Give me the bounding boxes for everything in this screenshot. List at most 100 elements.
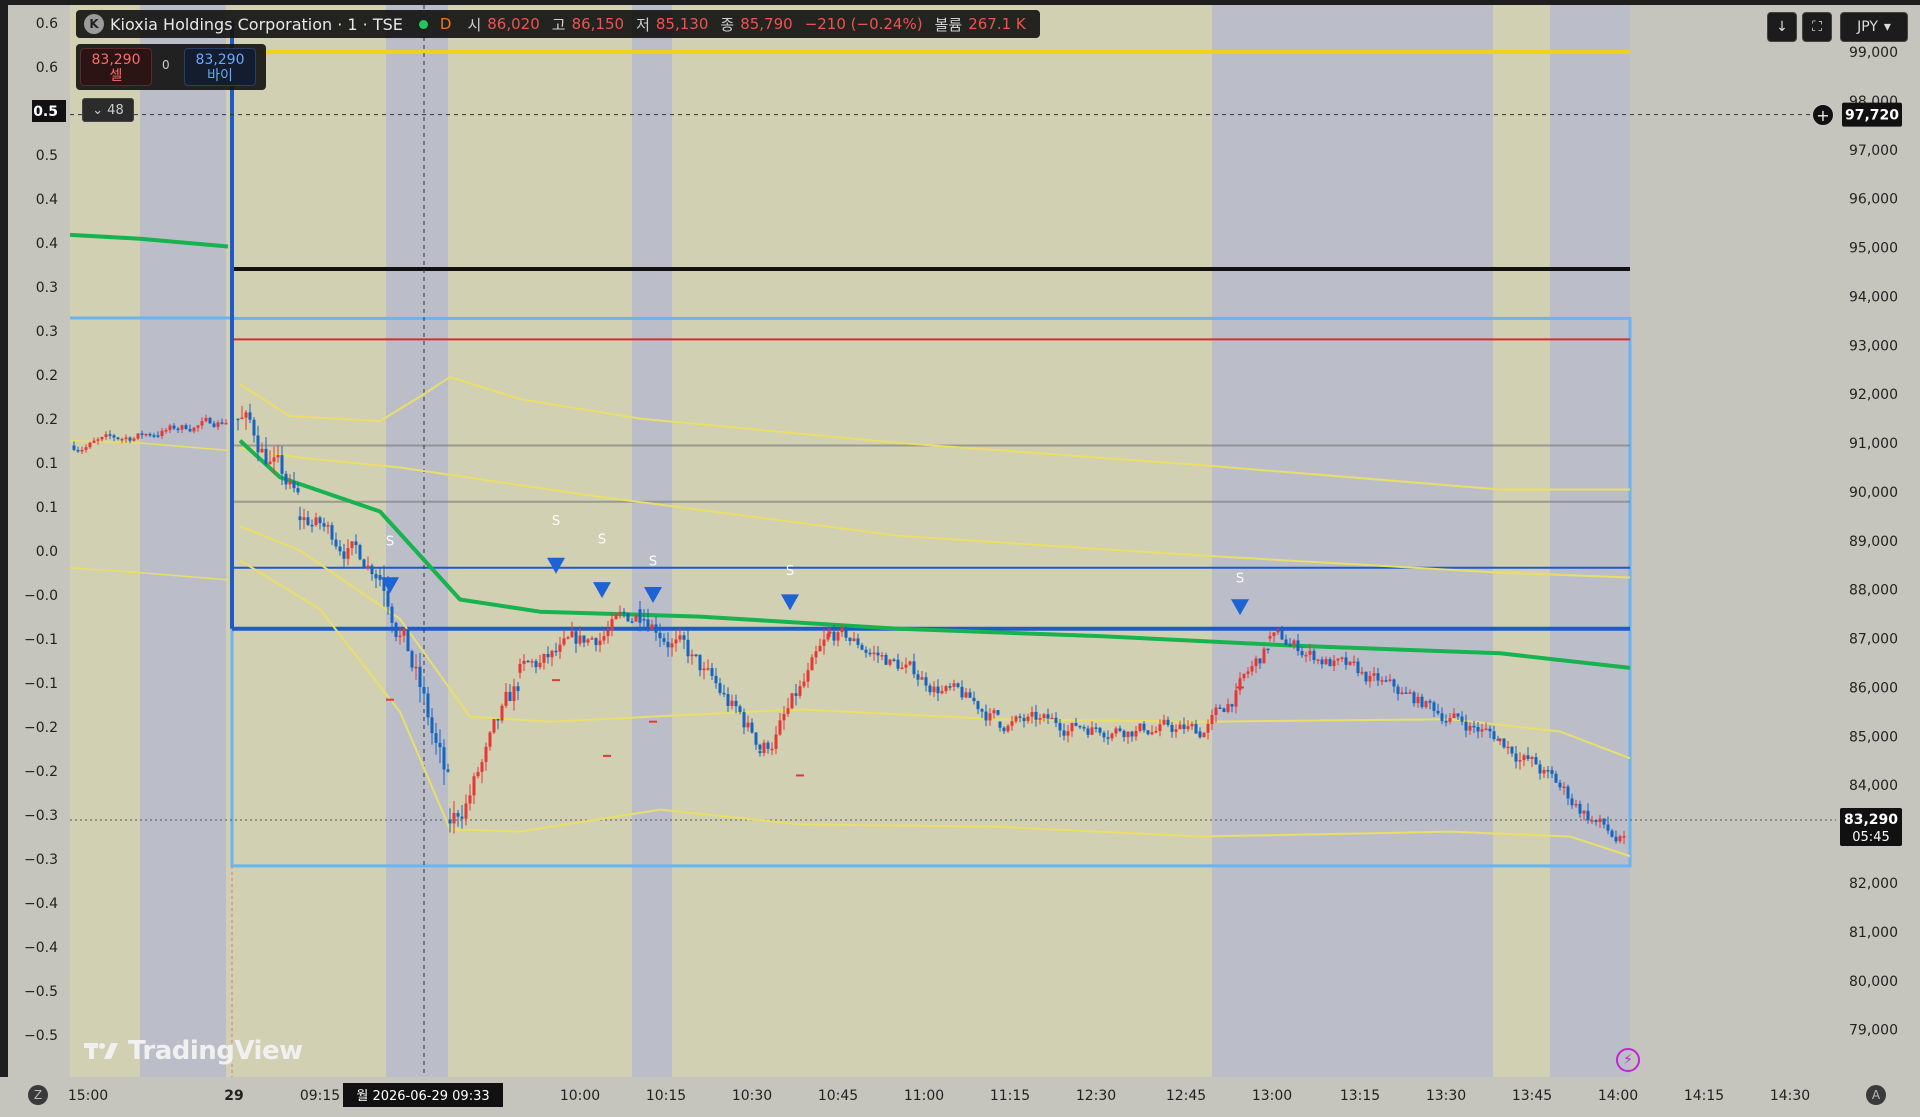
left-axis-label: 0.4 [36, 192, 58, 208]
candle-body [1280, 630, 1284, 640]
candle-body [406, 628, 410, 652]
left-axis-label: −0.3 [24, 808, 58, 824]
candle-body [924, 677, 928, 686]
currency-selector[interactable]: JPY ▾ [1840, 12, 1908, 42]
candle-body [252, 419, 256, 436]
volume-value: 267.1 K [968, 15, 1026, 33]
arrow-down-icon: ↓ [1776, 19, 1788, 35]
lightning-icon[interactable]: ⚡ [1616, 1048, 1640, 1072]
candle-body [156, 435, 160, 437]
candle-body [678, 635, 682, 640]
left-axis-label: −0.3 [24, 852, 58, 868]
candle-body [582, 635, 586, 643]
candle-body [1416, 696, 1420, 704]
candle-body [402, 628, 406, 636]
auto-scale-button[interactable]: A [1866, 1085, 1886, 1105]
indicators-toggle-button[interactable]: ⌄ 48 [82, 98, 134, 122]
candle-body [518, 663, 522, 673]
add-alert-button[interactable]: + [1812, 104, 1834, 126]
candle-body [594, 638, 598, 646]
signal-label: S [598, 532, 606, 547]
candle-body [1134, 730, 1138, 737]
candle-body [1074, 722, 1078, 726]
signal-label: S [552, 514, 560, 529]
candle-body [1010, 721, 1014, 726]
sell-label: 셀 [109, 68, 123, 84]
candle-body [1332, 660, 1336, 667]
tradingview-logo[interactable]: TradingView [84, 1036, 303, 1066]
price-chart[interactable]: 0.6 0.6 0.5 0.5 0.4 0.4 0.3 0.3 0.2 0.2 0.1 0.1 0.0 −… [0, 0, 1920, 1117]
right-axis-label: 97,000 [1849, 143, 1898, 159]
candle-body [726, 693, 730, 706]
x-axis-label: 13:45 [1512, 1088, 1552, 1104]
candle-body [448, 819, 452, 824]
candle-body [390, 606, 394, 623]
candle-body [100, 437, 104, 440]
right-axis-label: 96,000 [1849, 192, 1898, 208]
symbol-header[interactable]: K Kioxia Holdings Corporation · 1 · TSE … [76, 10, 1040, 38]
symbol-title[interactable]: Kioxia Holdings Corporation · 1 · TSE [110, 15, 403, 34]
candle-body [1250, 666, 1254, 672]
candle-body [802, 681, 806, 687]
candle-body [1050, 717, 1054, 720]
left-axis-label: −0.4 [24, 896, 58, 912]
candle-body [1090, 727, 1094, 735]
candle-body [1392, 679, 1396, 687]
fullscreen-button[interactable]: ⛶ [1802, 12, 1832, 42]
right-axis-label: 89,000 [1849, 534, 1898, 550]
candle-body [782, 713, 786, 721]
scale-left-button[interactable]: Z [28, 1085, 48, 1105]
signal-label: S [386, 535, 394, 550]
candle-body [188, 429, 192, 432]
session-band [1212, 5, 1395, 1077]
candle-body [928, 685, 932, 693]
candle-body [972, 697, 976, 702]
candle-body [1412, 692, 1416, 704]
candle-body [472, 776, 476, 796]
candle-body [968, 692, 972, 698]
candle-body [1082, 727, 1086, 729]
right-axis-label: 84,000 [1849, 778, 1898, 794]
candle-body [260, 448, 264, 453]
volume-key: 볼륨 [934, 15, 963, 34]
spread-value: 0 [162, 58, 170, 72]
candle-body [268, 461, 272, 465]
candle-body [690, 654, 694, 657]
x-axis-label: 10:30 [732, 1088, 772, 1104]
candle-body [468, 795, 472, 804]
candle-body [558, 644, 562, 652]
right-axis-label: 80,000 [1849, 974, 1898, 990]
candle-body [1190, 723, 1194, 727]
candle-body [774, 734, 778, 749]
candle-body [530, 661, 534, 663]
buy-button[interactable]: 83,290 바이 [184, 48, 256, 86]
last-price-countdown: 05:45 [1852, 830, 1889, 845]
candle-body [1502, 738, 1506, 748]
candle-body [702, 668, 706, 671]
candle-body [204, 417, 208, 422]
right-axis-label: 94,000 [1849, 289, 1898, 305]
candle-body [860, 644, 864, 650]
candle-body [1066, 731, 1070, 736]
download-button[interactable]: ↓ [1767, 12, 1797, 42]
candle-body [554, 650, 558, 653]
candle-body [248, 412, 252, 420]
candle-body [710, 668, 714, 676]
sell-button[interactable]: 83,290 셀 [80, 48, 152, 86]
candle-body [1514, 753, 1518, 762]
signal-label: S [1236, 571, 1244, 586]
x-axis-label: 10:15 [646, 1088, 686, 1104]
candle-body [1348, 661, 1352, 665]
session-band [140, 5, 226, 1077]
candle-body [104, 434, 108, 438]
candle-body [940, 691, 944, 694]
candle-body [1356, 661, 1360, 674]
candle-body [1320, 659, 1324, 665]
signal-label: S [786, 564, 794, 579]
candle-body [1622, 836, 1626, 838]
candle-body [1476, 726, 1480, 732]
candle-body [1448, 717, 1452, 722]
right-axis-label: 91,000 [1849, 436, 1898, 452]
candle-body [1340, 657, 1344, 659]
candle-body [1296, 640, 1300, 652]
